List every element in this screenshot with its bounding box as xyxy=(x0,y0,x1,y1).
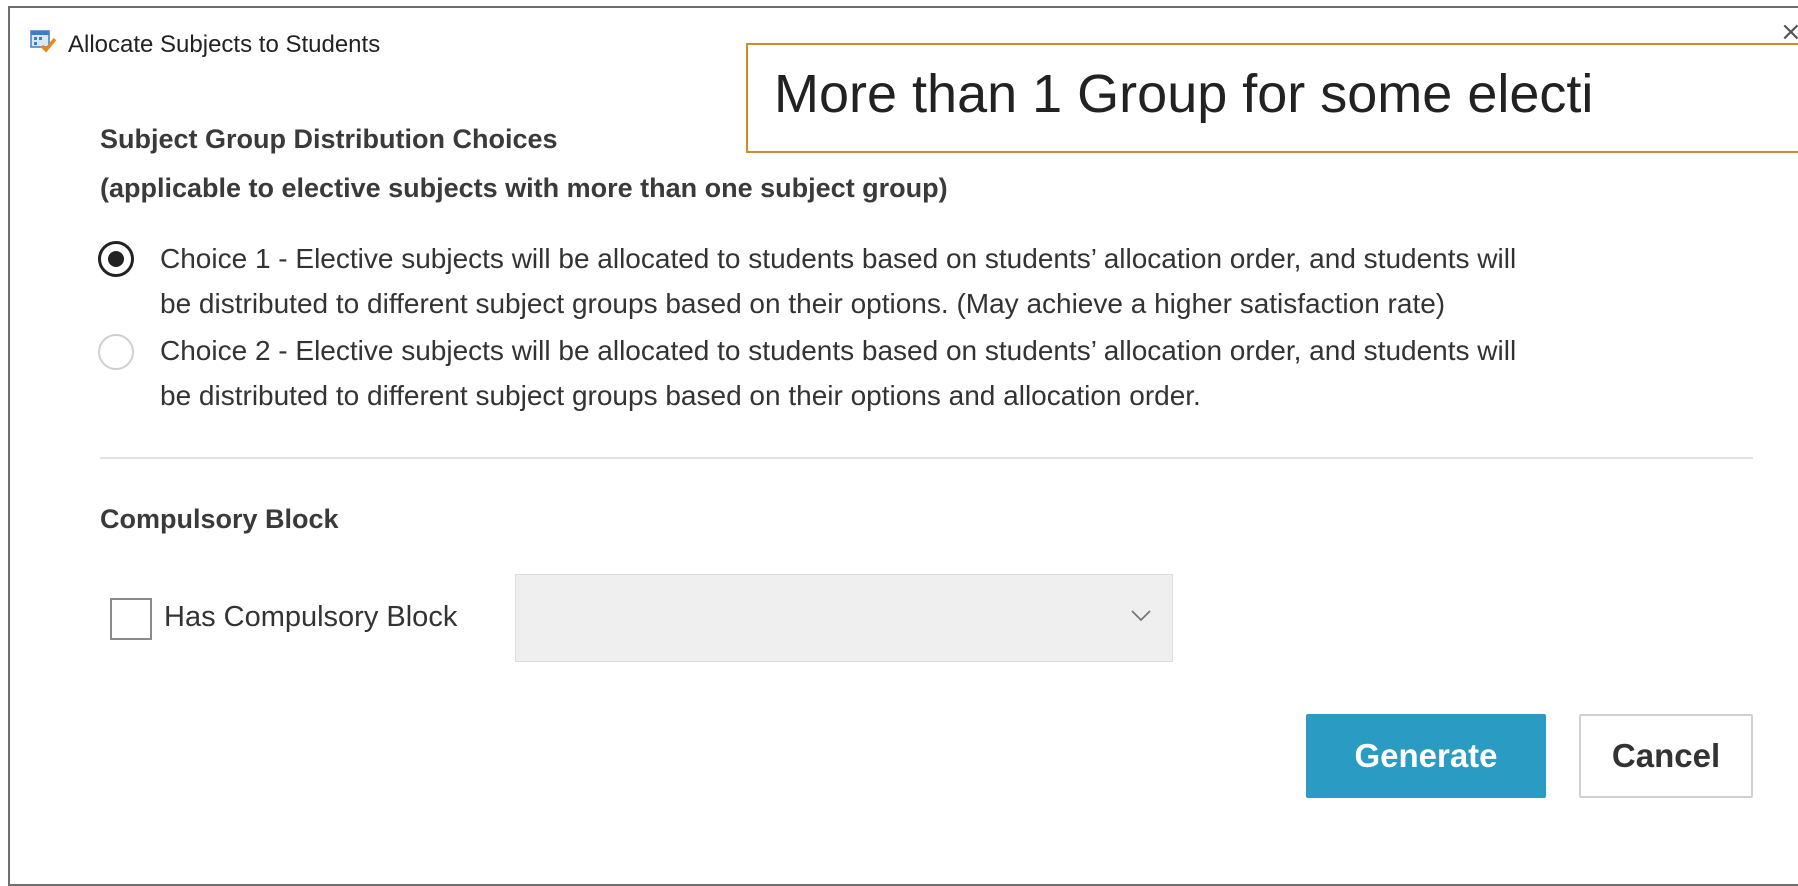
compulsory-block-select[interactable] xyxy=(515,574,1173,662)
section-divider xyxy=(100,457,1753,459)
annotation-text: More than 1 Group for some electi xyxy=(774,64,1594,124)
distribution-heading: Subject Group Distribution Choices xyxy=(100,124,558,154)
generate-button[interactable]: Generate xyxy=(1306,714,1546,798)
choice-2-line-1: Choice 2 - Elective subjects will be all… xyxy=(160,335,1517,366)
distribution-subheading: (applicable to elective subjects with mo… xyxy=(100,173,948,203)
window-title: Allocate Subjects to Students xyxy=(68,31,381,58)
calendar-check-icon xyxy=(30,30,56,53)
choice-1-line-1: Choice 1 - Elective subjects will be all… xyxy=(160,243,1517,274)
close-icon[interactable]: × xyxy=(1780,19,1798,45)
dialog-window: Allocate Subjects to Students × More tha… xyxy=(8,6,1798,886)
cancel-button[interactable]: Cancel xyxy=(1579,714,1753,798)
has-compulsory-block-checkbox[interactable] xyxy=(110,598,152,640)
choice-1-radio[interactable] xyxy=(98,241,134,277)
chevron-down-icon xyxy=(1131,610,1151,622)
choice-2-line-2: be distributed to different subject grou… xyxy=(160,380,1201,411)
annotation-callout: More than 1 Group for some electi xyxy=(746,43,1798,153)
radio-selected-dot xyxy=(108,251,124,267)
compulsory-heading: Compulsory Block xyxy=(100,504,339,534)
choice-1-line-2: be distributed to different subject grou… xyxy=(160,288,1446,319)
has-compulsory-block-label[interactable]: Has Compulsory Block xyxy=(164,601,457,634)
choice-2-radio[interactable] xyxy=(98,334,134,370)
